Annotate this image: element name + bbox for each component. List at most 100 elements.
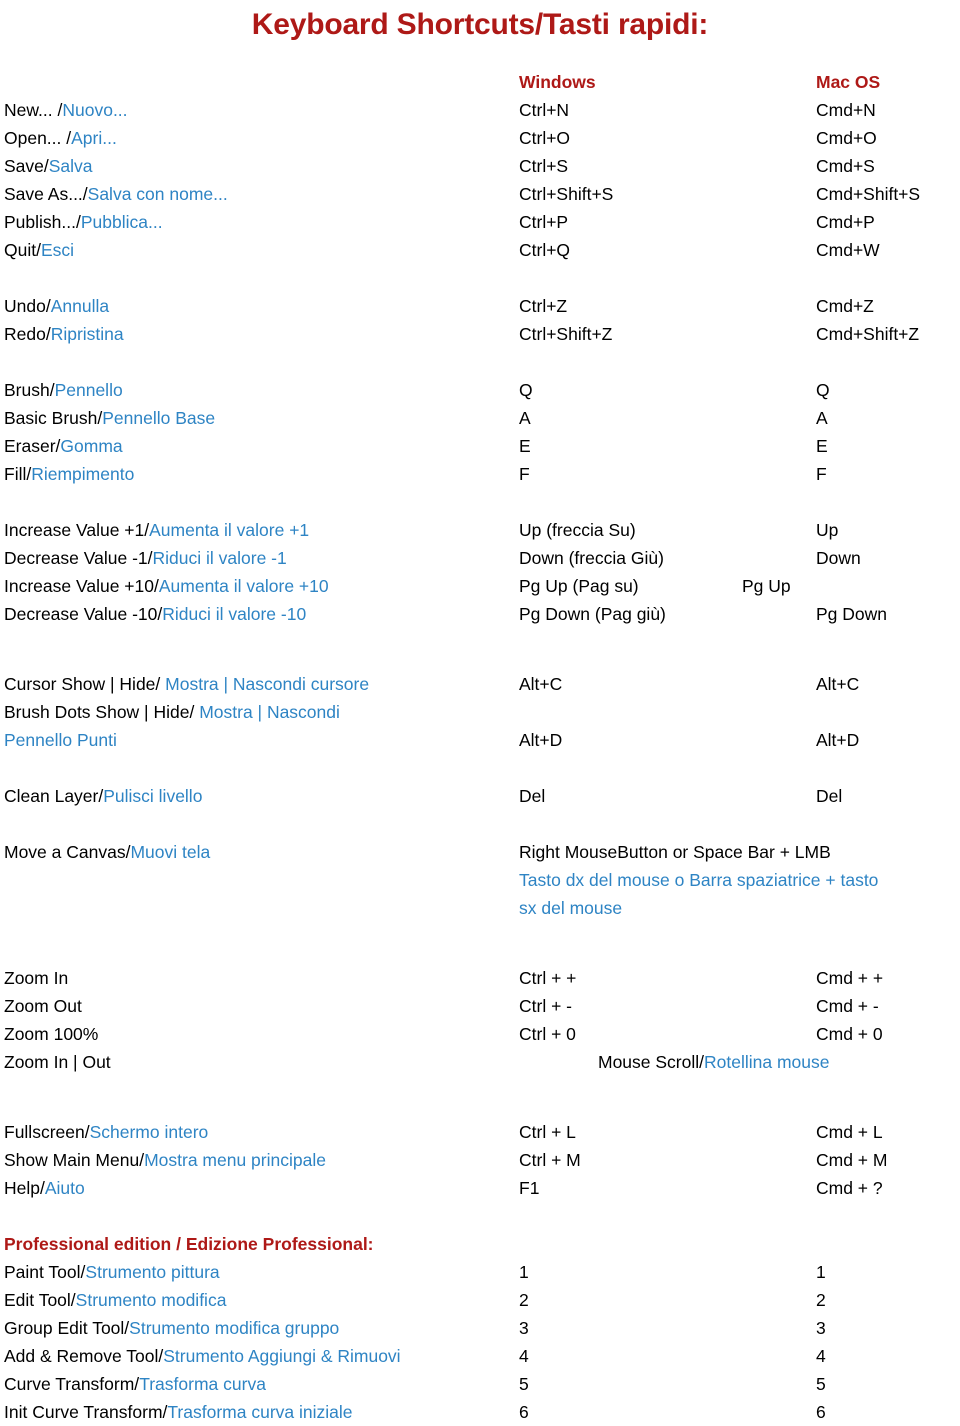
table-row: Decrease Value -10/Riduci il valore -10 … [0, 600, 960, 628]
row-label: Decrease Value -1/Riduci il valore -1 [4, 548, 287, 568]
table-row: Fill/Riempimento F F [0, 460, 960, 488]
macos-shortcut: Cmd + + [816, 968, 884, 988]
windows-shortcut: E [519, 436, 531, 456]
table-row: Increase Value +10/Aumenta il valore +10… [0, 572, 960, 600]
table-row: Undo/Annulla Ctrl+Z Cmd+Z [0, 292, 960, 320]
macos-shortcut: Pg Down [816, 604, 888, 624]
table-row: Zoom In Ctrl + + Cmd + + [0, 964, 960, 992]
table-row-clean-layer: Clean Layer/Pulisci livello Del Del [0, 782, 960, 810]
group-zoom-commands: Zoom In Ctrl + + Cmd + + Zoom Out Ctrl +… [0, 964, 960, 1076]
table-row: sx del mouse [0, 894, 960, 922]
windows-shortcut: Down (freccia Giù) [519, 548, 664, 568]
windows-shortcut: Ctrl + 0 [519, 1024, 576, 1044]
row-label: Help/Aiuto [4, 1178, 85, 1198]
windows-shortcut: Up (freccia Su) [519, 520, 636, 540]
table-row: Save As.../Salva con nome... Ctrl+Shift+… [0, 180, 960, 208]
windows-shortcut: 1 [519, 1262, 529, 1282]
macos-shortcut: Cmd+Shift+Z [816, 324, 920, 344]
macos-shortcut: A [816, 408, 828, 428]
windows-shortcut: Del [519, 786, 546, 806]
row-label: Increase Value +1/Aumenta il valore +1 [4, 520, 310, 540]
macos-shortcut: Cmd+P [816, 212, 875, 232]
row-label: Zoom Out [4, 996, 82, 1016]
group-value-commands: Increase Value +1/Aumenta il valore +1 U… [0, 516, 960, 628]
row-label: Init Curve Transform/Trasforma curva ini… [4, 1402, 353, 1422]
shortcuts-table: Windows Mac OS New... /Nuovo... Ctrl+N C… [0, 68, 960, 1426]
windows-shortcut: Ctrl+O [519, 128, 571, 148]
table-row: Pennello Punti Alt+D Alt+D [0, 726, 960, 754]
group-window-commands: Fullscreen/Schermo intero Ctrl + L Cmd +… [0, 1118, 960, 1202]
windows-shortcut: Ctrl + + [519, 968, 577, 988]
row-label: Zoom In | Out [4, 1052, 111, 1072]
group-cursor-commands: Cursor Show | Hide/ Mostra | Nascondi cu… [0, 670, 960, 754]
macos-shortcut: 4 [816, 1346, 826, 1366]
macos-shortcut: Cmd+O [816, 128, 877, 148]
windows-shortcut: Pg Down (Pag giù) [519, 604, 666, 624]
macos-shortcut: E [816, 436, 828, 456]
windows-shortcut: Ctrl + M [519, 1150, 581, 1170]
macos-shortcut: Cmd + ? [816, 1178, 883, 1198]
table-row: Group Edit Tool/Strumento modifica grupp… [0, 1314, 960, 1342]
shortcut-english: Right MouseButton or Space Bar + LMB [519, 842, 831, 862]
row-label: Open... /Apri... [4, 128, 117, 148]
macos-shortcut: Q [816, 380, 830, 400]
table-row: Basic Brush/Pennello Base A A [0, 404, 960, 432]
macos-shortcut: Cmd + M [816, 1150, 888, 1170]
windows-shortcut: F1 [519, 1178, 540, 1198]
row-label: Redo/Ripristina [4, 324, 124, 344]
macos-shortcut: Alt+C [816, 674, 860, 694]
windows-shortcut: 4 [519, 1346, 529, 1366]
group-tool-commands: Brush/Pennello Q Q Basic Brush/Pennello … [0, 376, 960, 488]
macos-shortcut: Cmd + 0 [816, 1024, 883, 1044]
table-row: Cursor Show | Hide/ Mostra | Nascondi cu… [0, 670, 960, 698]
row-label: Basic Brush/Pennello Base [4, 408, 216, 428]
windows-shortcut: Ctrl+S [519, 156, 569, 176]
group-file-commands: New... /Nuovo... Ctrl+N Cmd+N Open... /A… [0, 96, 960, 264]
row-label: Move a Canvas/Muovi tela [4, 842, 211, 862]
row-label: Zoom In [4, 968, 69, 988]
shortcut-mouse-scroll: Mouse Scroll/Rotellina mouse [598, 1052, 830, 1072]
table-row: Tasto dx del mouse o Barra spaziatrice +… [0, 866, 960, 894]
row-label: Fullscreen/Schermo intero [4, 1122, 209, 1142]
windows-shortcut: Alt+D [519, 730, 563, 750]
macos-shortcut: Pg Up [742, 576, 791, 596]
row-label: Paint Tool/Strumento pittura [4, 1262, 220, 1282]
row-label: Brush/Pennello [4, 380, 123, 400]
row-label: Edit Tool/Strumento modifica [4, 1290, 227, 1310]
table-row: Fullscreen/Schermo intero Ctrl + L Cmd +… [0, 1118, 960, 1146]
shortcuts-document: Keyboard Shortcuts/Tasti rapidi: Windows… [0, 0, 960, 1422]
table-row: Publish.../Pubblica... Ctrl+P Cmd+P [0, 208, 960, 236]
row-label: Pennello Punti [4, 730, 117, 750]
table-row: Brush/Pennello Q Q [0, 376, 960, 404]
macos-shortcut: 3 [816, 1318, 826, 1338]
macos-shortcut: Up [816, 520, 839, 540]
windows-shortcut: Alt+C [519, 674, 563, 694]
shortcut-italian-line2: sx del mouse [519, 898, 623, 918]
row-label: Add & Remove Tool/Strumento Aggiungi & R… [4, 1346, 401, 1366]
row-label: Save/Salva [4, 156, 93, 176]
table-row: Move a Canvas/Muovi tela Right MouseButt… [0, 838, 960, 866]
macos-shortcut: Cmd+S [816, 156, 875, 176]
row-label: Increase Value +10/Aumenta il valore +10 [4, 576, 329, 596]
macos-shortcut: Cmd+W [816, 240, 880, 260]
windows-shortcut: Ctrl+Shift+Z [519, 324, 613, 344]
macos-shortcut: 2 [816, 1290, 826, 1310]
table-row: Zoom In | Out Mouse Scroll/Rotellina mou… [0, 1048, 960, 1076]
page-title: Keyboard Shortcuts/Tasti rapidi: [251, 8, 709, 41]
windows-shortcut: A [519, 408, 531, 428]
table-row: New... /Nuovo... Ctrl+N Cmd+N [0, 96, 960, 124]
row-label: Undo/Annulla [4, 296, 110, 316]
windows-shortcut: Ctrl + L [519, 1122, 576, 1142]
row-label: Brush Dots Show | Hide/ Mostra | Nascond… [4, 702, 340, 722]
table-row: Edit Tool/Strumento modifica 2 2 [0, 1286, 960, 1314]
windows-shortcut: Ctrl+N [519, 100, 570, 120]
row-label: Show Main Menu/Mostra menu principale [4, 1150, 326, 1170]
row-label: Fill/Riempimento [4, 464, 135, 484]
macos-shortcut: 5 [816, 1374, 826, 1394]
table-row: Save/Salva Ctrl+S Cmd+S [0, 152, 960, 180]
